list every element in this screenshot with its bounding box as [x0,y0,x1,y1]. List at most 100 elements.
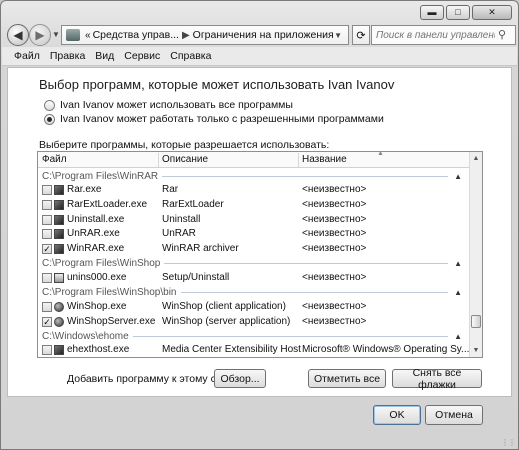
menu-tools[interactable]: Сервис [119,50,165,62]
group-path: C:\Program Files\WinShop\bin [42,287,177,299]
menu-bar: Файл Правка Вид Сервис Справка [2,47,517,66]
menu-edit[interactable]: Правка [45,50,90,62]
breadcrumb-item-admin-tools[interactable]: Средства управ... [93,29,179,41]
group-divider [164,263,449,265]
group-header[interactable]: C:\Program Files\WinRAR ▲ [38,169,470,183]
group-header[interactable]: C:\Windows\ehome ▲ [38,329,470,343]
application-icon [54,185,64,195]
file-name: ehexthost.exe [67,344,130,356]
list-rows: C:\Program Files\WinRAR ▲ Rar.exe Rar <неизв… [38,169,470,357]
collapse-chevron-icon[interactable]: ▲ [454,259,462,268]
group-path: C:\Program Files\WinShop [42,258,161,270]
recent-pages-dropdown-icon[interactable]: ▼ [52,30,60,39]
program-row[interactable]: Uninstall.exe Uninstall <неизвестно> [38,213,470,228]
page-title: Выбор программ, которые может использова… [39,77,395,92]
back-arrow-icon[interactable]: ◀ [7,24,29,46]
minimize-button[interactable]: ▬ [420,5,444,20]
refresh-icon[interactable]: ⟳ [352,25,370,45]
radio-allow-all-programs[interactable]: Ivan Ivanov может использовать все прогр… [44,99,293,111]
column-header-description[interactable]: Описание [162,154,208,165]
checkbox[interactable] [42,272,52,283]
breadcrumb-prefix[interactable]: « [85,30,91,41]
file-name: Rar.exe [67,184,102,195]
address-dropdown-icon[interactable]: ▼ [334,31,342,40]
collapse-chevron-icon[interactable]: ▲ [454,172,462,181]
uncheck-all-button[interactable]: Снять все флажки [392,367,482,391]
address-bar[interactable]: « Средства управ... ▶ Ограничения на при… [61,25,349,45]
file-name: Uninstall.exe [67,213,125,225]
product-name: <неизвестно> [302,300,367,312]
column-divider[interactable] [158,153,159,167]
product-name: <неизвестно> [302,271,367,283]
browse-button[interactable]: Обзор... [214,369,266,388]
control-panel-icon [66,29,80,41]
file-description: Media Center Extensibility Host [162,344,301,356]
program-row[interactable]: unins000.exe Setup/Uninstall <неизвестно> [38,271,470,286]
maximize-button[interactable]: □ [446,5,470,20]
program-row[interactable]: RarExtLoader.exe RarExtLoader <неизвестно> [38,198,470,213]
column-header-name[interactable]: Название [302,154,347,165]
column-divider[interactable] [298,153,299,167]
group-header[interactable]: C:\Program Files\WinShop\bin ▲ [38,286,470,300]
program-row[interactable]: ✓ WinShopServer.exe WinShop (server applic… [38,315,470,330]
collapse-chevron-icon[interactable]: ▲ [454,332,462,341]
product-name: <неизвестно> [302,198,367,210]
program-row[interactable]: Rar.exe Rar <неизвестно> [38,183,470,198]
product-name: Microsoft® Windows® Operating Sy... [302,344,470,356]
program-row[interactable]: WinShop.exe WinShop (client application) <… [38,300,470,315]
ok-button[interactable]: OK [373,405,421,425]
checkbox[interactable] [42,185,52,195]
file-name: WinShop.exe [67,300,127,312]
group-divider [132,335,449,337]
product-name: <неизвестно> [302,213,367,225]
checkbox[interactable] [42,345,52,356]
program-row[interactable]: ✓ WinRAR.exe WinRAR archiver <неизвестно> [38,242,470,257]
search-input[interactable] [371,25,516,45]
file-name: WinShopServer.exe [67,315,156,327]
checkbox[interactable] [42,214,52,225]
close-button[interactable]: ✕ [472,5,512,20]
application-icon [54,244,64,255]
application-icon [54,214,64,225]
program-row[interactable]: UnRAR.exe UnRAR <неизвестно> [38,227,470,242]
resize-grip-icon[interactable]: ⋮⋮ [501,438,516,447]
globe-app-icon [54,316,64,327]
menu-file[interactable]: Файл [9,50,45,62]
file-name: unins000.exe [67,271,127,283]
breadcrumb-item-app-restrictions[interactable]: Ограничения на приложения [193,29,334,41]
column-header-file[interactable]: Файл [42,154,67,165]
checkbox[interactable] [42,199,52,210]
radio-button[interactable] [44,99,55,111]
scroll-up-icon[interactable]: ▲ [470,152,482,165]
cancel-button[interactable]: Отмена [425,405,483,425]
breadcrumb-separator-icon[interactable]: ▶ [182,30,190,41]
group-divider [180,292,449,294]
file-description: Rar [162,184,179,195]
list-header: Файл Описание Название ▲ [38,152,470,168]
radio-allow-selected-programs[interactable]: Ivan Ivanov может работать только с разр… [44,113,384,125]
scroll-down-icon[interactable]: ▼ [470,344,482,357]
group-header[interactable]: C:\Program Files\WinShop ▲ [38,257,470,271]
file-description: Uninstall [162,213,201,225]
navigation-bar: ◀ ▶ ▼ « Средства управ... ▶ Ограничения … [5,23,516,47]
check-all-button[interactable]: Отметить все [308,369,386,388]
collapse-chevron-icon[interactable]: ▲ [454,288,462,297]
vertical-scrollbar[interactable]: ▲ ▼ [469,152,482,357]
checkbox-checked[interactable]: ✓ [42,316,52,327]
forward-arrow-icon[interactable]: ▶ [29,24,51,46]
menu-help[interactable]: Справка [165,50,216,62]
application-icon [54,199,64,210]
checkbox[interactable] [42,301,52,312]
menu-view[interactable]: Вид [90,50,119,62]
radio-button-selected[interactable] [44,113,55,125]
scroll-thumb[interactable] [471,315,481,328]
globe-app-icon [54,301,64,312]
application-icon [54,345,64,356]
setup-icon [54,272,64,283]
checkbox-checked[interactable]: ✓ [42,244,52,255]
search-icon[interactable]: ⚲ [498,28,506,41]
file-description: WinShop (server application) [162,315,291,327]
radio-label: Ivan Ivanov может использовать все прогр… [60,99,293,111]
program-row[interactable]: ehexthost.exe Media Center Extensibility … [38,343,470,357]
checkbox[interactable] [42,229,52,240]
